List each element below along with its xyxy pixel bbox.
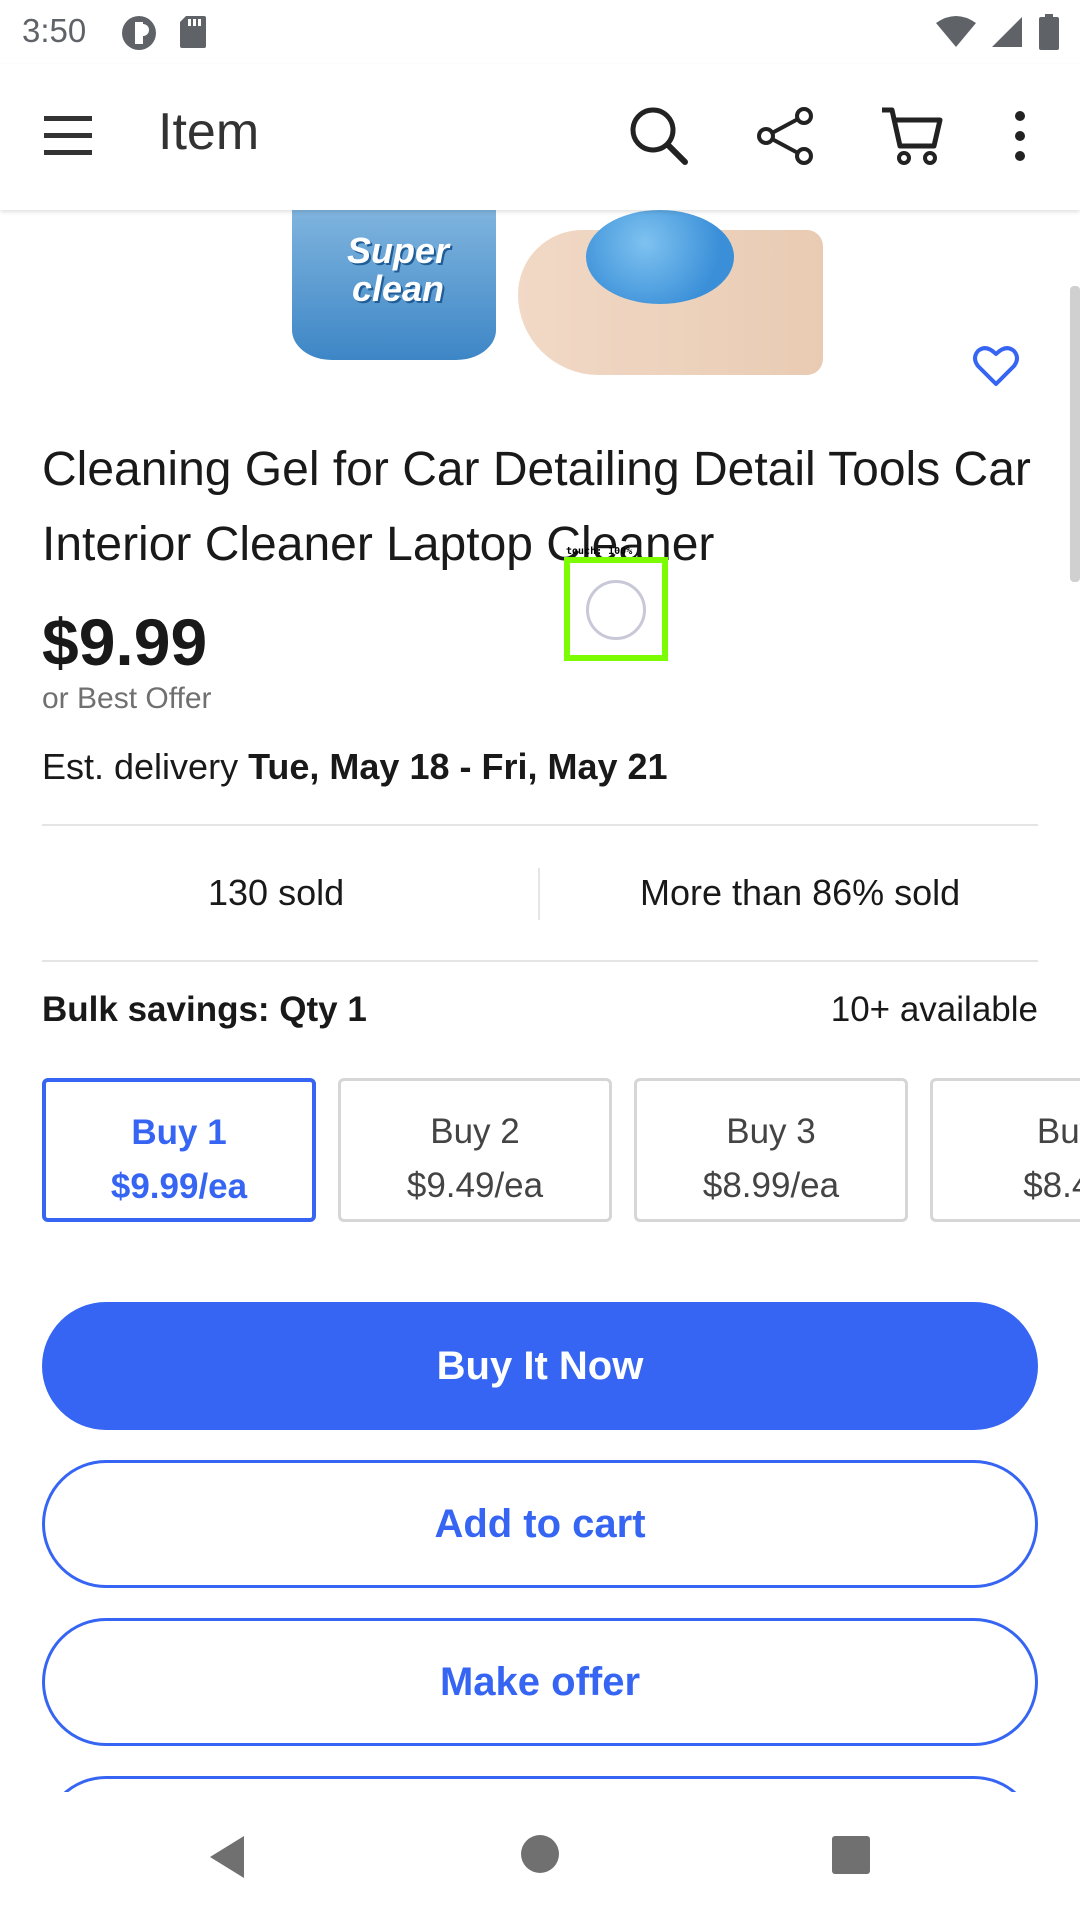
qty-option-1[interactable]: Buy 1 $9.99/ea	[42, 1078, 316, 1222]
delivery-prefix: Est. delivery	[42, 746, 249, 787]
app-bar: Item	[0, 64, 1080, 210]
scrollbar[interactable]	[1070, 286, 1080, 582]
percent-sold: More than 86% sold	[640, 872, 961, 913]
sold-count: 130 sold	[208, 872, 345, 913]
touch-indicator-label: touch: 100%	[566, 546, 633, 557]
sales-stats: 130 sold More than 86% sold	[42, 830, 1038, 960]
battery-icon	[1039, 14, 1059, 50]
page-title: Item	[158, 103, 260, 161]
divider	[538, 868, 540, 920]
available-count: 10+ available	[830, 990, 1038, 1029]
search-icon	[630, 107, 688, 165]
status-bar: 3:50	[0, 0, 1080, 64]
more-vert-icon	[1015, 111, 1025, 161]
wifi-icon	[936, 16, 976, 47]
more-options-button[interactable]	[1000, 102, 1040, 170]
qty-price: $8.99/ea	[702, 1166, 840, 1205]
price: $9.99	[42, 605, 208, 679]
menu-button[interactable]	[38, 106, 98, 166]
qty-option-4[interactable]: Buy $8.49	[930, 1078, 1080, 1222]
make-offer-button[interactable]: Make offer	[42, 1618, 1038, 1746]
system-nav-bar	[0, 1792, 1080, 1920]
qty-price: $9.99/ea	[110, 1167, 248, 1206]
buy-it-now-button[interactable]: Buy It Now	[42, 1302, 1038, 1430]
recents-button[interactable]	[830, 1834, 872, 1876]
delivery-estimate: Est. delivery Tue, May 18 - Fri, May 21	[42, 746, 668, 788]
product-image[interactable]: Super clean	[0, 210, 1080, 400]
qty-label: Buy	[1036, 1112, 1080, 1151]
bulk-savings-label: Bulk savings: Qty 1	[42, 990, 367, 1029]
home-icon	[521, 1835, 559, 1873]
signal-icon	[992, 17, 1022, 47]
qty-option-3[interactable]: Buy 3 $8.99/ea	[634, 1078, 908, 1222]
touch-point	[586, 580, 646, 640]
menu-icon	[44, 116, 92, 155]
quantity-options: Buy 1 $9.99/ea Buy 2 $9.49/ea Buy 3 $8.9…	[42, 1078, 1080, 1224]
heart-icon	[973, 346, 1019, 386]
product-jar-image: Super clean	[292, 210, 496, 360]
back-button[interactable]	[204, 1832, 254, 1882]
recents-icon	[832, 1836, 870, 1874]
data-saver-icon	[122, 16, 156, 50]
share-icon	[757, 107, 813, 165]
divider	[42, 960, 1038, 962]
watch-button[interactable]	[970, 340, 1022, 392]
cart-icon	[882, 107, 943, 165]
gel-ball-image	[586, 210, 734, 304]
divider	[42, 824, 1038, 826]
home-button[interactable]	[520, 1834, 560, 1874]
delivery-dates: Tue, May 18 - Fri, May 21	[248, 746, 668, 787]
qty-price: $8.49	[1023, 1166, 1080, 1205]
best-offer-label: or Best Offer	[42, 682, 212, 715]
share-button[interactable]	[752, 102, 820, 170]
sd-card-icon	[180, 16, 206, 48]
search-button[interactable]	[625, 102, 693, 170]
product-title: Cleaning Gel for Car Detailing Detail To…	[42, 443, 1031, 571]
qty-option-2[interactable]: Buy 2 $9.49/ea	[338, 1078, 612, 1222]
status-time: 3:50	[22, 12, 87, 49]
qty-label: Buy 1	[131, 1113, 227, 1152]
cart-button[interactable]	[878, 102, 946, 170]
qty-label: Buy 3	[726, 1112, 816, 1151]
jar-label: Super clean	[346, 230, 450, 309]
back-icon	[210, 1836, 244, 1878]
add-to-cart-button[interactable]: Add to cart	[42, 1460, 1038, 1588]
qty-price: $9.49/ea	[406, 1166, 544, 1205]
qty-label: Buy 2	[430, 1112, 520, 1151]
